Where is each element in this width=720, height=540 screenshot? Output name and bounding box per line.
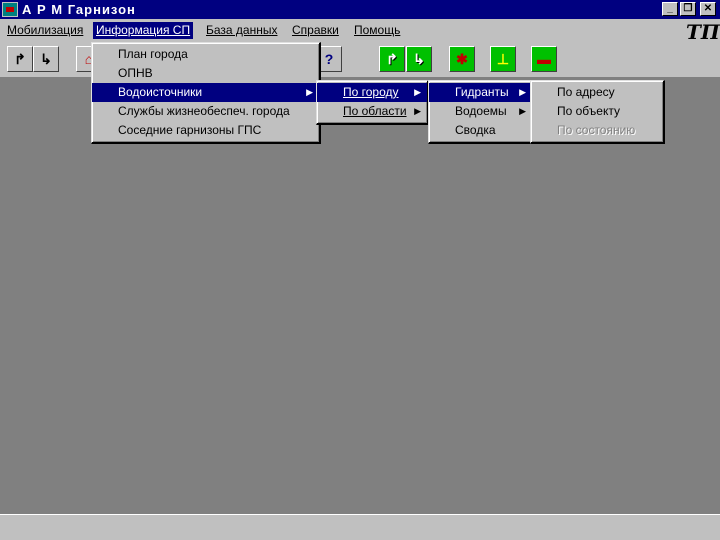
menu-bar: Мобилизация Информация СП База данных Сп… (0, 19, 720, 44)
toolbar-export-button[interactable]: ↱ (7, 46, 33, 72)
app-icon[interactable] (2, 2, 18, 17)
menu-city-dropdown: Гидранты ▶ Водоемы ▶ Сводка (428, 80, 534, 144)
fire-truck-icon: ▬ (537, 51, 551, 67)
question-icon: ? (324, 51, 334, 67)
menu-item-by-region[interactable]: По области ▶ (317, 102, 427, 121)
menu-item-summary[interactable]: Сводка (429, 121, 532, 140)
menu-item-hydrants[interactable]: Гидранты ▶ (429, 83, 532, 102)
menu-item-by-state: По состоянию (557, 123, 636, 137)
close-button[interactable]: ✕ (700, 2, 716, 16)
restore-button[interactable]: ❐ (680, 2, 696, 16)
submenu-arrow-icon: ▶ (519, 87, 526, 97)
arrow-export-icon: ↱ (386, 50, 398, 67)
toolbar-hydrant-button[interactable]: ⊥ (490, 46, 516, 72)
menu-item-by-address[interactable]: По адресу (531, 83, 663, 102)
submenu-arrow-icon: ▶ (306, 87, 313, 97)
title-bar: А Р М Гарнизон _ ❐ ✕ (0, 0, 720, 19)
menu-item-opnv[interactable]: ОПНВ (92, 64, 319, 83)
menu-item-city-services[interactable]: Службы жизнеобеспеч. города (92, 102, 319, 121)
fire-icon: ✱ (456, 50, 468, 67)
minimize-button[interactable]: _ (662, 2, 678, 16)
arrow-import-icon: ↳ (413, 50, 425, 67)
menu-hydrants-dropdown: По адресу По объекту По состоянию (530, 80, 665, 144)
submenu-arrow-icon: ▶ (414, 87, 421, 97)
arrow-export-icon: ↱ (14, 50, 26, 67)
menu-references[interactable]: Справки (289, 22, 342, 39)
menu-help[interactable]: Помощь (351, 22, 403, 39)
toolbar-green-export-button[interactable]: ↱ (379, 46, 405, 72)
toolbar-green-import-button[interactable]: ↳ (406, 46, 432, 72)
menu-info-dropdown: План города ОПНВ Водоисточники ▶ Службы ж… (91, 42, 321, 144)
menu-item-by-object[interactable]: По объекту (531, 102, 663, 121)
menu-water-dropdown: По городу ▶ По области ▶ (316, 80, 429, 125)
menu-item-neighbor-garrisons[interactable]: Соседние гарнизоны ГПС (92, 121, 319, 140)
toolbar-import-button[interactable]: ↳ (33, 46, 59, 72)
menu-item-by-city[interactable]: По городу ▶ (317, 83, 427, 102)
menu-info-sp[interactable]: Информация СП (93, 22, 194, 39)
menu-item-water-sources[interactable]: Водоисточники ▶ (92, 83, 319, 102)
window-title: А Р М Гарнизон (22, 2, 136, 17)
menu-item-city-plan[interactable]: План города (92, 45, 319, 64)
hydrant-icon: ⊥ (496, 50, 510, 67)
menu-mobilization[interactable]: Мобилизация (4, 22, 86, 39)
toolbar-truck-button[interactable]: ▬ (531, 46, 557, 72)
submenu-arrow-icon: ▶ (414, 106, 421, 116)
arrow-import-icon: ↳ (40, 50, 52, 67)
menu-database[interactable]: База данных (203, 22, 280, 39)
status-bar (0, 514, 720, 540)
toolbar-fire-button[interactable]: ✱ (449, 46, 475, 72)
submenu-arrow-icon: ▶ (519, 106, 526, 116)
menu-item-reservoirs[interactable]: Водоемы ▶ (429, 102, 532, 121)
